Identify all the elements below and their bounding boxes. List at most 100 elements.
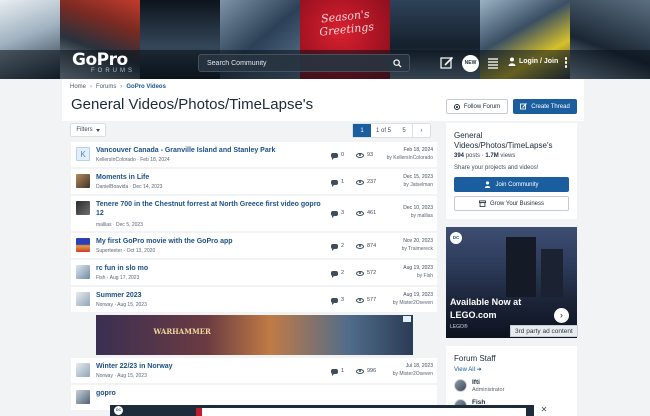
close-icon[interactable]: ✕ bbox=[539, 405, 549, 415]
whats-new-badge[interactable]: NEW bbox=[462, 55, 479, 72]
thread-title[interactable]: Moments in Life bbox=[96, 173, 326, 182]
page-of-indicator[interactable]: 1 of 5 bbox=[371, 124, 396, 137]
filters-dropdown[interactable]: Filters bbox=[70, 123, 106, 137]
avatar[interactable] bbox=[76, 363, 90, 377]
login-join-button[interactable]: Login / Join bbox=[508, 57, 558, 66]
last-post-author[interactable]: by Fish bbox=[417, 273, 433, 279]
thread-date: Feb 18, 2024 bbox=[140, 157, 170, 163]
thread-title[interactable]: gopro bbox=[96, 389, 326, 398]
breadcrumb-home[interactable]: Home bbox=[70, 84, 86, 90]
reply-count-value: 2 bbox=[341, 270, 345, 276]
last-post-date[interactable]: Jul 18, 2023 bbox=[406, 363, 433, 369]
inline-advertisement[interactable]: WARHAMMER bbox=[71, 314, 437, 356]
logo-wordmark: GoPro bbox=[72, 50, 128, 70]
avatar[interactable] bbox=[76, 238, 90, 252]
avatar[interactable]: K bbox=[76, 147, 90, 161]
reply-count: 1 bbox=[331, 179, 344, 187]
grow-business-button[interactable]: Grow Your Business bbox=[454, 196, 569, 211]
thread-row[interactable]: rc fun in slo mo Fish · Aug 17, 2023 2 5… bbox=[71, 260, 437, 287]
thread-meta: KellersInColorado · Feb 18, 2024 bbox=[96, 157, 170, 163]
search-input[interactable] bbox=[207, 58, 387, 69]
follow-forum-button[interactable]: Follow Forum bbox=[446, 99, 508, 114]
sticky-bottom-advertisement[interactable]: DC bbox=[110, 405, 534, 416]
dc-logo: DC bbox=[450, 232, 462, 244]
more-options-icon[interactable] bbox=[563, 56, 569, 70]
staff-member[interactable]: Ifti Administrator bbox=[454, 379, 569, 393]
reply-count: 0 bbox=[331, 152, 345, 160]
avatar[interactable] bbox=[76, 174, 90, 188]
views-count: 1.7M bbox=[485, 153, 499, 159]
last-post-date[interactable]: Dec 15, 2023 bbox=[403, 174, 433, 180]
last-post-date[interactable]: Aug 19, 2023 bbox=[403, 292, 433, 298]
thread-title[interactable]: Winter 22/23 in Norway bbox=[96, 362, 326, 371]
thread-title[interactable]: Tenere 700 in the Chestnut forrest at No… bbox=[96, 200, 326, 218]
last-post-date[interactable]: Nov 20, 2023 bbox=[403, 238, 433, 244]
ad-choices-icon[interactable] bbox=[402, 316, 411, 322]
last-post-author[interactable]: by Mister2Oseven bbox=[393, 300, 433, 306]
avatar[interactable] bbox=[76, 292, 90, 306]
thread-meta: Fish · Aug 17, 2023 bbox=[96, 275, 140, 281]
edit-icon[interactable] bbox=[440, 56, 454, 70]
thread-title[interactable]: rc fun in slo mo bbox=[96, 264, 326, 273]
thread-author[interactable]: Norway bbox=[96, 373, 113, 379]
last-post-author[interactable]: by Traimereck bbox=[402, 246, 433, 252]
avatar[interactable] bbox=[76, 201, 90, 215]
thread-row[interactable]: Winter 22/23 in Norway Norway · Aug 15, … bbox=[71, 358, 437, 385]
menu-list-icon[interactable] bbox=[487, 57, 499, 69]
reply-count-value: 0 bbox=[341, 152, 345, 158]
thread-row[interactable]: K Vancouver Canada - Granville Island an… bbox=[71, 142, 437, 169]
page-next-button[interactable]: › bbox=[412, 124, 430, 137]
thread-author[interactable]: DanielBoavida bbox=[96, 184, 128, 190]
thread-title[interactable]: My first GoPro movie with the GoPro app bbox=[96, 237, 326, 246]
create-thread-button[interactable]: Create Thread bbox=[513, 99, 577, 114]
staff-role: Administrator bbox=[472, 387, 505, 393]
last-post-author[interactable]: by Mister2Oseven bbox=[393, 371, 433, 377]
last-post-date[interactable]: Aug 19, 2023 bbox=[403, 265, 433, 271]
site-logo[interactable]: GoPro FORUMS bbox=[72, 50, 154, 75]
thread-title[interactable]: Vancouver Canada - Granville Island and … bbox=[96, 146, 326, 155]
sidebar: General Videos/Photos/TimeLapse's 394 po… bbox=[446, 123, 577, 416]
staff-name[interactable]: Ifti bbox=[472, 379, 504, 386]
search-icon[interactable] bbox=[393, 59, 402, 68]
join-community-button[interactable]: Join Community bbox=[454, 177, 569, 192]
last-post-author[interactable]: by mallias bbox=[411, 213, 433, 219]
reply-count: 1 bbox=[331, 368, 344, 376]
login-label: Login / Join bbox=[519, 58, 559, 65]
thread-row[interactable]: My first GoPro movie with the GoPro app … bbox=[71, 233, 437, 260]
forum-staff-title: Forum Staff bbox=[454, 354, 496, 363]
posts-count: 394 bbox=[454, 153, 465, 159]
avatar[interactable] bbox=[454, 379, 467, 392]
thread-author[interactable]: Fish bbox=[96, 275, 105, 281]
sidebar-advertisement[interactable]: DC Available Now at LEGO.com LEGO® › bbox=[446, 227, 577, 338]
grow-business-label: Grow Your Business bbox=[489, 200, 545, 207]
thread-date: Aug 17, 2023 bbox=[109, 275, 140, 281]
thread-author[interactable]: KellersInColorado bbox=[96, 157, 136, 163]
last-post-author[interactable]: by KellersInColorado bbox=[387, 155, 433, 161]
chevron-right-icon[interactable]: › bbox=[554, 308, 569, 323]
breadcrumb-forums[interactable]: Forums bbox=[96, 84, 116, 90]
ad-banner-image[interactable]: WARHAMMER bbox=[95, 315, 413, 355]
view-count-value: 461 bbox=[367, 210, 377, 216]
thread-author[interactable]: mallias bbox=[96, 222, 112, 228]
page-last-button[interactable]: 5 bbox=[396, 124, 412, 137]
thread-row[interactable]: Tenere 700 in the Chestnut forrest at No… bbox=[71, 196, 437, 233]
ad-link-text: LEGO.com bbox=[450, 310, 497, 320]
thread-row[interactable]: Moments in Life DanielBoavida · Dec 14, … bbox=[71, 169, 437, 196]
ad-image-accent bbox=[196, 408, 202, 416]
reply-count: 3 bbox=[331, 210, 344, 218]
last-post-author[interactable]: by Jatselman bbox=[404, 182, 433, 188]
thread-author[interactable]: Superteeter bbox=[96, 248, 122, 254]
forum-info-title: General Videos/Photos/TimeLapse's bbox=[454, 131, 553, 150]
page-current-button[interactable]: 1 bbox=[353, 124, 371, 137]
breadcrumb-gopro-videos[interactable]: GoPro Videos bbox=[126, 84, 166, 90]
thread-title[interactable]: Summer 2023 bbox=[96, 291, 326, 300]
avatar[interactable] bbox=[76, 265, 90, 279]
last-post-date[interactable]: Dec 10, 2023 bbox=[403, 205, 433, 211]
view-count-value: 93 bbox=[367, 152, 374, 158]
view-all-staff-link[interactable]: View All ➜ bbox=[454, 366, 569, 373]
thread-author[interactable]: Norway bbox=[96, 302, 113, 308]
ad-headline: Available Now at bbox=[450, 297, 522, 307]
thread-row[interactable]: Summer 2023 Norway · Aug 15, 2023 3 577 … bbox=[71, 287, 437, 314]
last-post-date[interactable]: Feb 18, 2024 bbox=[404, 147, 433, 153]
avatar[interactable] bbox=[76, 390, 90, 404]
